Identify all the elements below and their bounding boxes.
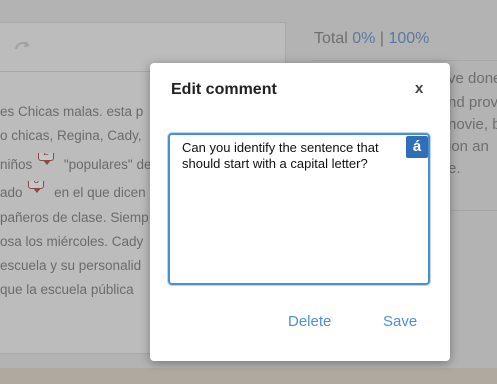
feedback-fragment: ve done — [448, 70, 497, 87]
edit-comment-dialog: Edit comment x Can you identify the sent… — [150, 63, 450, 361]
delete-button[interactable]: Delete — [288, 313, 331, 330]
accent-character-button[interactable]: á — [406, 136, 428, 158]
comment-marker[interactable]: 2 — [38, 153, 58, 165]
feedback-fragment: ion an — [448, 138, 489, 155]
dialog-title: Edit comment — [171, 81, 277, 98]
page-footer-band — [0, 368, 497, 384]
redo-icon[interactable] — [12, 35, 34, 57]
comment-textarea[interactable]: Can you identify the sentence that shoul… — [168, 133, 430, 285]
comment-text: Can you identify the sentence that shoul… — [182, 140, 379, 171]
save-button[interactable]: Save — [383, 313, 417, 330]
total-score: Total 0% | 100% — [314, 30, 430, 47]
sidebar-divider — [312, 60, 497, 61]
feedback-fragment: novie, b — [448, 116, 497, 133]
close-button[interactable]: x — [415, 80, 423, 97]
comment-marker[interactable]: 3 — [28, 181, 48, 193]
feedback-fragment: nd prov — [448, 94, 497, 111]
